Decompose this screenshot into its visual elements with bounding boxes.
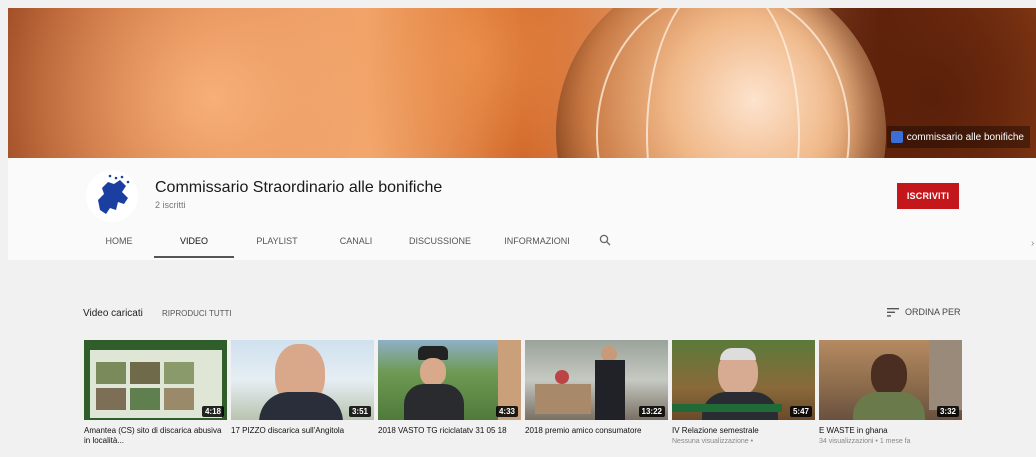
video-card[interactable]: 4:18 Amantea (CS) sito di discarica abus… xyxy=(84,340,227,448)
channel-banner: commissario alle bonifiche xyxy=(8,8,1036,158)
video-card[interactable]: 13:22 2018 premio amico consumatore xyxy=(525,340,668,438)
subscriber-count: 2 iscritti xyxy=(155,200,186,210)
europe-map-icon xyxy=(98,174,130,214)
scroll-right-icon[interactable]: › xyxy=(1031,238,1034,249)
channel-title: Commissario Straordinario alle bonifiche xyxy=(155,179,443,196)
banner-link[interactable]: commissario alle bonifiche xyxy=(886,126,1030,148)
channel-tabs: HOME VIDEO PLAYLIST CANALI DISCUSSIONE I… xyxy=(96,232,618,260)
video-title[interactable]: E WASTE in ghana xyxy=(819,426,959,436)
video-meta: Nessuna visualizzazione • xyxy=(672,438,754,445)
video-card[interactable]: 4:33 2018 VASTO TG riciclatatv 31 05 18 xyxy=(378,340,521,438)
tab-channels[interactable]: CANALI xyxy=(326,232,386,258)
channel-header: Commissario Straordinario alle bonifiche… xyxy=(8,158,1036,260)
video-thumbnail[interactable]: 3:32 xyxy=(819,340,962,420)
sort-label: ORDINA PER xyxy=(905,307,961,317)
video-thumbnail[interactable]: 13:22 xyxy=(525,340,668,420)
video-title[interactable]: Amantea (CS) sito di discarica abusiva i… xyxy=(84,426,224,446)
video-thumbnail[interactable]: 3:51 xyxy=(231,340,374,420)
avatar[interactable] xyxy=(86,170,138,222)
play-all-link[interactable]: RIPRODUCI TUTTI xyxy=(162,309,232,318)
video-thumbnail[interactable]: 4:18 xyxy=(84,340,227,420)
tab-video[interactable]: VIDEO xyxy=(154,232,234,258)
video-card[interactable]: 3:51 17 PIZZO discarica sull'Angitola xyxy=(231,340,374,438)
video-duration: 13:22 xyxy=(638,406,665,417)
tab-home[interactable]: HOME xyxy=(96,232,142,258)
link-icon xyxy=(890,131,903,143)
video-title[interactable]: 17 PIZZO discarica sull'Angitola xyxy=(231,426,371,436)
subscribe-button[interactable]: ISCRIVITI xyxy=(897,183,959,209)
video-duration: 4:18 xyxy=(201,406,224,417)
video-meta: 34 visualizzazioni • 1 mese fa xyxy=(819,438,911,445)
video-duration: 3:51 xyxy=(348,406,371,417)
banner-link-label: commissario alle bonifiche xyxy=(906,131,1024,143)
video-thumbnail[interactable]: 5:47 xyxy=(672,340,815,420)
video-card[interactable]: 3:32 E WASTE in ghana 34 visualizzazioni… xyxy=(819,340,962,445)
tab-about[interactable]: INFORMAZIONI xyxy=(494,232,580,258)
video-card[interactable]: 5:47 IV Relazione semestrale Nessuna vis… xyxy=(672,340,815,445)
search-icon[interactable] xyxy=(592,232,618,258)
video-duration: 3:32 xyxy=(936,406,959,417)
video-thumbnail[interactable]: 4:33 xyxy=(378,340,521,420)
sort-icon xyxy=(887,307,899,317)
section-title: Video caricati xyxy=(83,308,143,319)
video-duration: 5:47 xyxy=(789,406,812,417)
tab-playlist[interactable]: PLAYLIST xyxy=(242,232,312,258)
video-title[interactable]: IV Relazione semestrale xyxy=(672,426,812,436)
video-duration: 4:33 xyxy=(495,406,518,417)
globe-image xyxy=(556,8,886,158)
video-title[interactable]: 2018 premio amico consumatore xyxy=(525,426,665,436)
tab-discussion[interactable]: DISCUSSIONE xyxy=(400,232,480,258)
video-title[interactable]: 2018 VASTO TG riciclatatv 31 05 18 xyxy=(378,426,518,436)
sort-button[interactable]: ORDINA PER xyxy=(887,307,961,317)
